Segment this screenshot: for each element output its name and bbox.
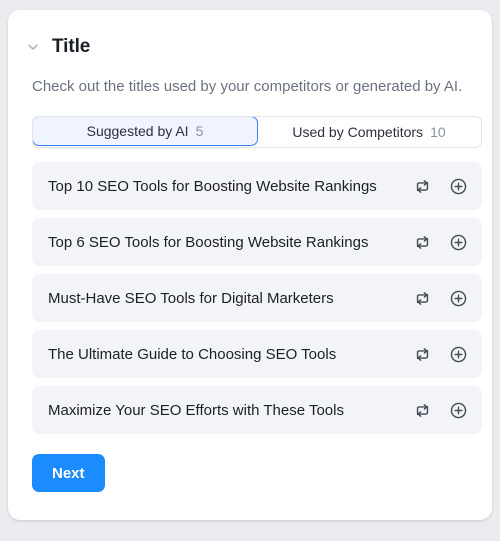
list-item[interactable]: The Ultimate Guide to Choosing SEO Tools <box>32 330 482 378</box>
section-header: Title <box>24 10 476 70</box>
circle-plus-icon[interactable] <box>448 176 468 196</box>
repeat-arrows-icon[interactable] <box>412 176 432 196</box>
list-item[interactable]: Must-Have SEO Tools for Digital Marketer… <box>32 274 482 322</box>
page-title: Title <box>52 36 91 57</box>
list-item[interactable]: Top 6 SEO Tools for Boosting Website Ran… <box>32 218 482 266</box>
section-description: Check out the titles used by your compet… <box>32 78 463 95</box>
tab-suggested-by-ai[interactable]: Suggested by AI 5 <box>33 117 258 146</box>
tab-used-by-competitors[interactable]: Used by Competitors 10 <box>257 117 481 147</box>
tab-count-badge: 10 <box>430 124 446 140</box>
row-actions <box>412 288 468 308</box>
title-suggestion-text: Maximize Your SEO Efforts with These Too… <box>48 401 344 419</box>
circle-plus-icon[interactable] <box>448 288 468 308</box>
row-actions <box>412 344 468 364</box>
circle-plus-icon[interactable] <box>448 344 468 364</box>
circle-plus-icon[interactable] <box>448 232 468 252</box>
circle-plus-icon[interactable] <box>448 400 468 420</box>
tab-label: Used by Competitors <box>292 124 424 140</box>
tab-label: Suggested by AI <box>86 123 189 139</box>
row-actions <box>412 400 468 420</box>
chevron-down-icon[interactable] <box>24 38 42 56</box>
title-suggestion-text: Top 6 SEO Tools for Boosting Website Ran… <box>48 233 369 251</box>
tab-bar: Suggested by AI 5 Used by Competitors 10 <box>32 116 482 148</box>
title-suggestion-text: The Ultimate Guide to Choosing SEO Tools <box>48 345 337 363</box>
title-suggestion-text: Top 10 SEO Tools for Boosting Website Ra… <box>48 177 377 195</box>
list-item[interactable]: Maximize Your SEO Efforts with These Too… <box>32 386 482 434</box>
title-suggestion-list: Top 10 SEO Tools for Boosting Website Ra… <box>32 162 482 434</box>
repeat-arrows-icon[interactable] <box>412 232 432 252</box>
next-button[interactable]: Next <box>32 454 105 492</box>
row-actions <box>412 176 468 196</box>
repeat-arrows-icon[interactable] <box>412 400 432 420</box>
list-item[interactable]: Top 10 SEO Tools for Boosting Website Ra… <box>32 162 482 210</box>
repeat-arrows-icon[interactable] <box>412 288 432 308</box>
row-actions <box>412 232 468 252</box>
title-suggestion-text: Must-Have SEO Tools for Digital Marketer… <box>48 289 334 307</box>
tab-count-badge: 5 <box>195 123 204 139</box>
repeat-arrows-icon[interactable] <box>412 344 432 364</box>
title-section-card: Title Check out the titles used by your … <box>8 10 492 520</box>
